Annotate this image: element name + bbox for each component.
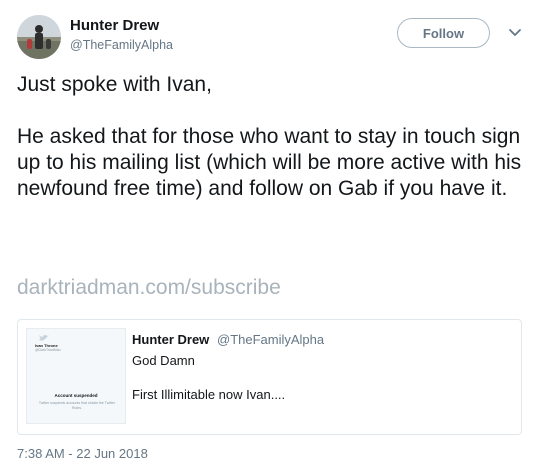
quote-text-line-2: First Illimitable now Ivan....: [132, 387, 286, 402]
tweet-text: Just spoke with Ivan, He asked that for …: [17, 72, 527, 202]
media-profile-handle: @DarkTriadMan: [35, 348, 61, 352]
tweet-link[interactable]: darktriadman.com/subscribe: [17, 276, 281, 300]
tweet-timestamp[interactable]: 7:38 AM - 22 Jun 2018: [17, 446, 148, 461]
quote-author-handle[interactable]: @TheFamilyAlpha: [217, 332, 324, 347]
avatar-photo: [17, 15, 61, 59]
quote-author-name[interactable]: Hunter Drew: [132, 332, 209, 347]
chevron-down-icon[interactable]: [508, 28, 522, 38]
follow-button[interactable]: Follow: [397, 18, 490, 48]
quoted-tweet-card[interactable]: Ivan Throne @DarkTriadMan Account suspen…: [17, 319, 522, 435]
twitter-bird-icon: [39, 335, 49, 341]
tweet-line-1: Just spoke with Ivan,: [17, 73, 212, 96]
tweet-line-2: He asked that for those who want to stay…: [17, 125, 522, 200]
tweet-header: Hunter Drew @TheFamilyAlpha Follow: [0, 0, 540, 70]
author-display-name[interactable]: Hunter Drew: [70, 17, 159, 34]
avatar[interactable]: [17, 15, 61, 59]
quoted-tweet-media[interactable]: Ivan Throne @DarkTriadMan Account suspen…: [26, 328, 126, 424]
author-handle[interactable]: @TheFamilyAlpha: [70, 38, 173, 52]
media-suspended-status: Account suspended: [54, 393, 98, 398]
quote-text-line-1: God Damn: [132, 353, 195, 368]
media-suspended-note: Twitter suspends accounts that violate t…: [38, 401, 116, 410]
